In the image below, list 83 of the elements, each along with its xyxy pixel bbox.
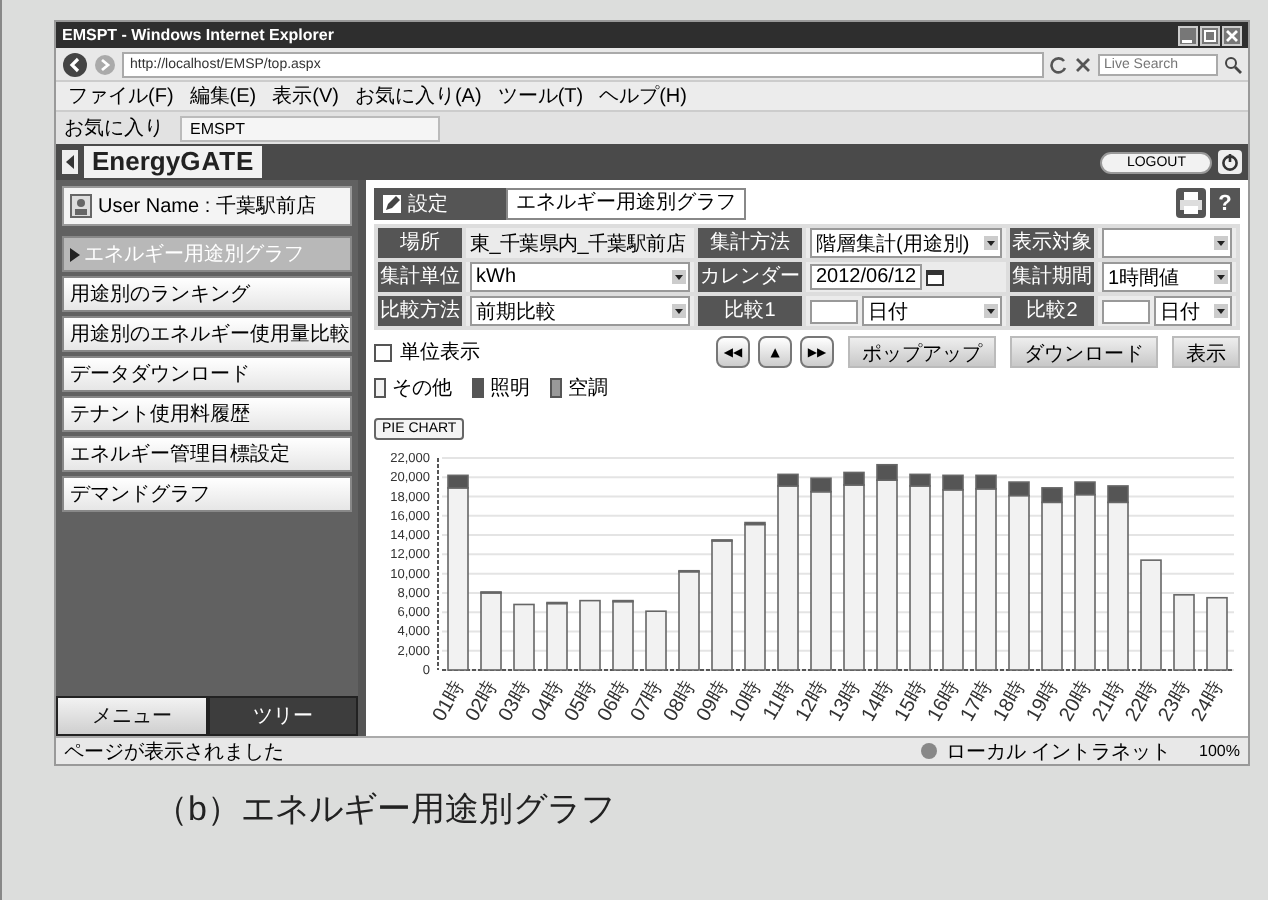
minimize-icon[interactable] bbox=[1178, 25, 1198, 45]
menu-item[interactable]: 表示(V) bbox=[272, 82, 339, 110]
favorites-button[interactable]: お気に入り bbox=[64, 114, 164, 142]
field-label: 集計単位 bbox=[378, 262, 462, 292]
dropdown[interactable]: kWh bbox=[470, 262, 690, 292]
x-axis-label: 24時 bbox=[1188, 678, 1229, 726]
collapse-icon[interactable] bbox=[62, 150, 78, 174]
dropdown[interactable]: 日付 bbox=[1154, 296, 1232, 326]
dropdown-arrow-icon bbox=[1214, 304, 1228, 318]
dropdown-arrow-icon bbox=[672, 270, 686, 284]
bar bbox=[579, 599, 601, 671]
menu-item[interactable]: ツール(T) bbox=[497, 82, 584, 110]
setting-title: 設定 bbox=[408, 191, 448, 217]
help-button[interactable]: ? bbox=[1210, 188, 1240, 218]
bar bbox=[1140, 559, 1162, 671]
printer-icon[interactable] bbox=[1176, 188, 1206, 218]
date-field[interactable]: 2012/06/12 bbox=[810, 264, 923, 290]
refresh-icon[interactable] bbox=[1050, 55, 1068, 73]
back-icon[interactable] bbox=[62, 51, 88, 77]
menu-item[interactable]: 編集(E) bbox=[189, 82, 257, 110]
dropdown-arrow-icon bbox=[1214, 236, 1228, 250]
bar bbox=[1206, 596, 1228, 671]
action-button[interactable]: ダウンロード bbox=[1010, 336, 1158, 368]
sidebar-item[interactable]: エネルギー管理目標設定 bbox=[62, 436, 352, 472]
dropdown[interactable]: 1時間値 bbox=[1102, 262, 1232, 292]
legend-label: その他 bbox=[392, 376, 452, 402]
field-label: 比較2 bbox=[1010, 296, 1094, 326]
field-label: 場所 bbox=[378, 228, 462, 258]
user-icon bbox=[70, 194, 92, 218]
stop-icon[interactable] bbox=[1074, 55, 1092, 73]
sidebar-item[interactable]: デマンドグラフ bbox=[62, 476, 352, 512]
action-button[interactable]: 表示 bbox=[1172, 336, 1240, 368]
input-field[interactable] bbox=[1102, 299, 1150, 323]
figure-caption: （b）エネルギー用途別グラフ bbox=[154, 788, 617, 832]
bar bbox=[1173, 594, 1195, 671]
field-label: 集計期間 bbox=[1010, 262, 1094, 292]
field-label: 表示対象 bbox=[1010, 228, 1094, 258]
sidebar-item[interactable]: テナント使用料履歴 bbox=[62, 396, 352, 432]
action-button[interactable]: ポップアップ bbox=[848, 336, 996, 368]
browser-tab[interactable]: EMSPT bbox=[180, 115, 440, 141]
legend-label: 照明 bbox=[490, 376, 530, 402]
field-label: カレンダー bbox=[698, 262, 802, 292]
sidebar-item[interactable]: 用途別のエネルギー使用量比較 bbox=[62, 316, 352, 352]
bar bbox=[645, 610, 667, 671]
status-text: ページが表示されました bbox=[64, 739, 284, 765]
edit-icon bbox=[382, 193, 402, 213]
setting-value: エネルギー用途別グラフ bbox=[506, 187, 746, 219]
checkbox[interactable] bbox=[374, 343, 392, 361]
x-axis-label: 10時 bbox=[726, 678, 767, 726]
sidebar-tab[interactable]: ツリー bbox=[207, 696, 358, 736]
dropdown[interactable]: 日付 bbox=[862, 296, 1002, 326]
zone-text: ローカル イントラネット bbox=[945, 739, 1172, 765]
dropdown[interactable]: 前期比較 bbox=[470, 296, 690, 326]
bar bbox=[513, 603, 535, 671]
zoom-level[interactable]: 100% bbox=[1199, 742, 1240, 760]
field-label: 比較1 bbox=[698, 296, 802, 326]
calendar-icon[interactable] bbox=[926, 268, 945, 286]
network-icon bbox=[919, 742, 938, 760]
window-title: EMSPT - Windows Internet Explorer bbox=[62, 26, 334, 44]
maximize-icon[interactable] bbox=[1200, 25, 1220, 45]
dropdown-arrow-icon bbox=[984, 304, 998, 318]
logo: EnergyGATE bbox=[84, 146, 263, 178]
dropdown-arrow-icon bbox=[672, 304, 686, 318]
menu-item[interactable]: ヘルプ(H) bbox=[599, 82, 687, 110]
search-icon[interactable] bbox=[1224, 55, 1242, 73]
input-field[interactable] bbox=[810, 299, 858, 323]
power-icon[interactable] bbox=[1218, 150, 1242, 174]
caret-icon bbox=[70, 247, 80, 261]
checkbox-label: 単位表示 bbox=[400, 339, 480, 366]
field-label: 比較方法 bbox=[378, 296, 462, 326]
dropdown-arrow-icon bbox=[984, 236, 998, 250]
legend-label: 空調 bbox=[568, 375, 608, 402]
sidebar-tab[interactable]: メニュー bbox=[56, 696, 207, 736]
menu-item[interactable]: お気に入り(A) bbox=[354, 82, 482, 110]
sidebar-item[interactable]: 用途別のランキング bbox=[62, 276, 352, 312]
dropdown-arrow-icon bbox=[1214, 270, 1228, 284]
field-label: 集計方法 bbox=[698, 228, 802, 258]
user-label: User Name : 千葉駅前店 bbox=[98, 193, 316, 220]
menu-item[interactable]: ファイル(F) bbox=[68, 82, 174, 110]
dropdown[interactable]: 階層集計(用途別) bbox=[810, 228, 1002, 258]
dropdown[interactable] bbox=[1102, 228, 1232, 258]
sidebar-item[interactable]: データダウンロード bbox=[62, 356, 352, 392]
close-icon[interactable] bbox=[1222, 25, 1242, 45]
